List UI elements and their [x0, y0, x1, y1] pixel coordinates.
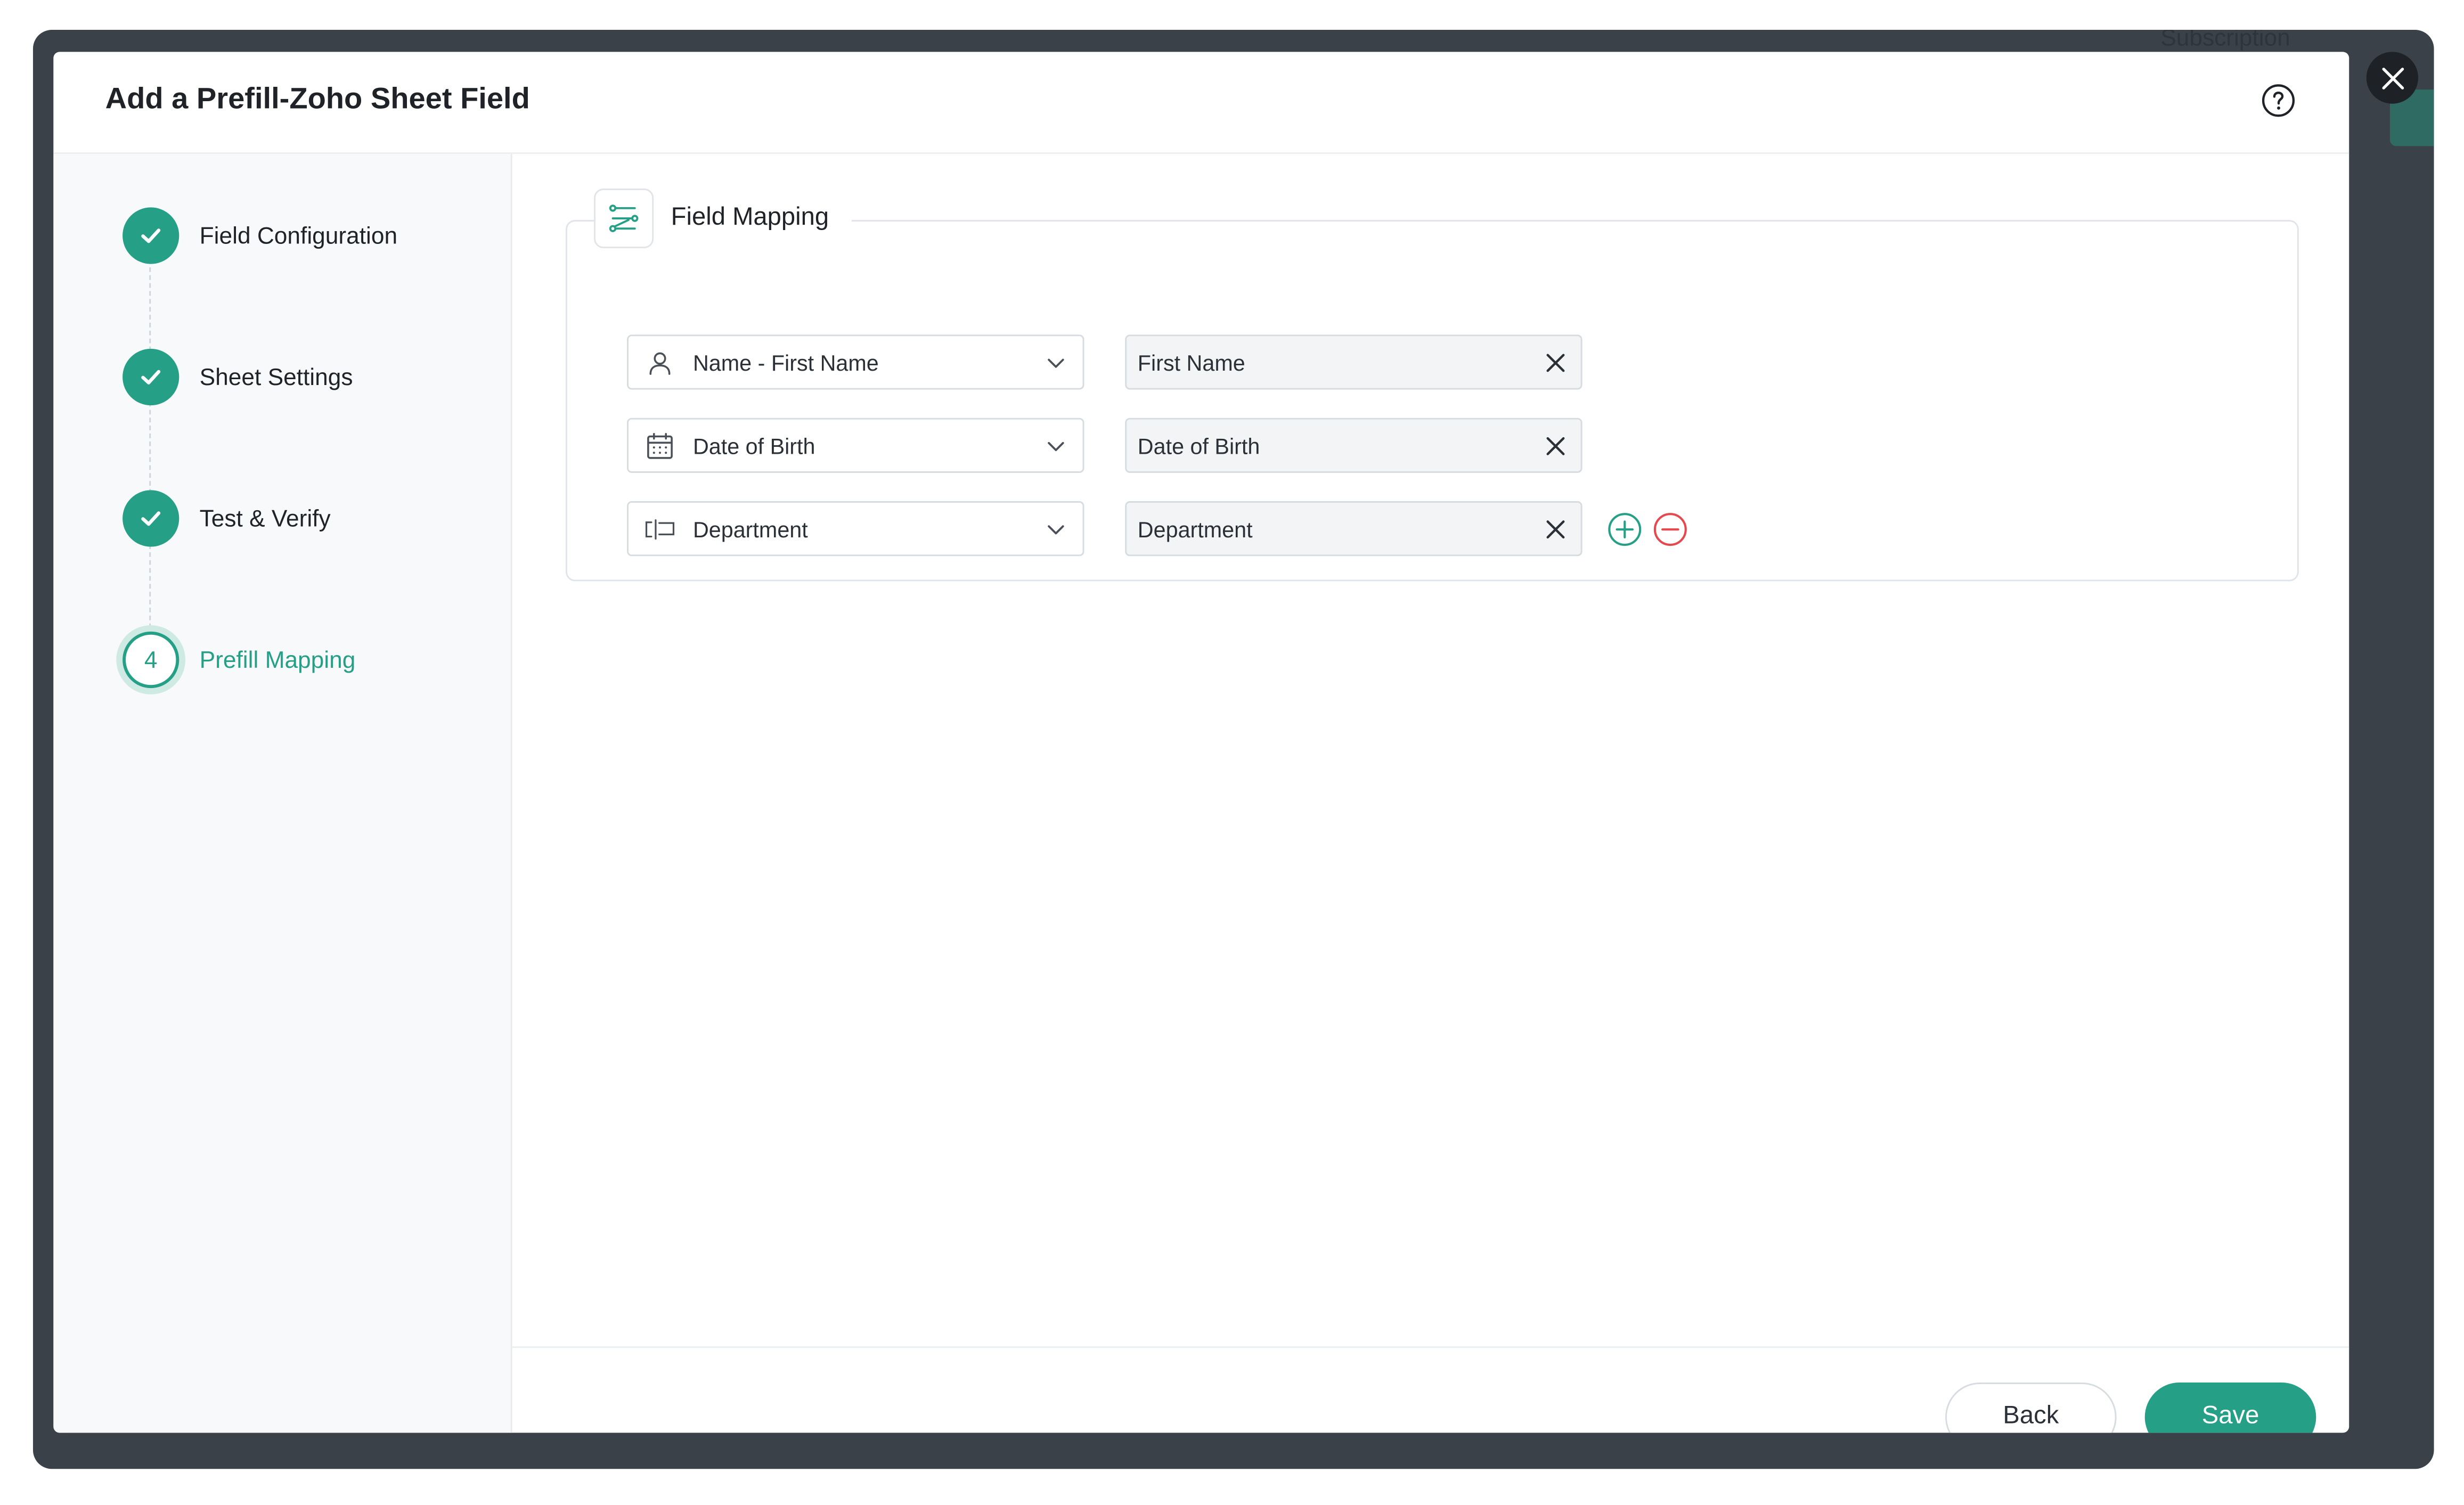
- target-column-field[interactable]: Date of Birth: [1125, 418, 1582, 473]
- step-number-badge: 4: [123, 631, 180, 689]
- footer-divider: [512, 1346, 2349, 1348]
- field-mapping-title: Field Mapping: [671, 204, 829, 231]
- step-label: Test & Verify: [199, 505, 331, 532]
- calendar-icon: [644, 430, 676, 461]
- back-button[interactable]: Back: [1945, 1383, 2117, 1433]
- target-column-value: First Name: [1137, 349, 1245, 375]
- close-icon: [2381, 67, 2403, 89]
- mapping-icon-badge: [594, 189, 654, 249]
- chevron-down-icon: [1048, 358, 1064, 368]
- step-field-configuration[interactable]: Field Configuration: [123, 207, 397, 264]
- source-field-select[interactable]: Department: [627, 501, 1084, 557]
- step-test-verify[interactable]: Test & Verify: [123, 490, 331, 547]
- check-icon: [141, 511, 161, 526]
- target-column-value: Department: [1137, 516, 1253, 542]
- background-subscription-text: Subscription: [2160, 30, 2290, 52]
- dropdown-field-icon: [644, 513, 676, 544]
- chevron-down-icon: [1048, 441, 1064, 452]
- user-icon: [644, 346, 676, 378]
- save-button[interactable]: Save: [2144, 1383, 2316, 1433]
- mapping-row: Date of Birth Date of Birth: [627, 418, 1582, 473]
- step-label: Prefill Mapping: [199, 646, 356, 674]
- target-column-value: Date of Birth: [1137, 432, 1260, 458]
- source-field-value: Name - First Name: [692, 349, 879, 375]
- prefill-field-modal: Add a Prefill-Zoho Sheet Field Field Con…: [53, 52, 2349, 1433]
- source-field-value: Department: [692, 516, 808, 542]
- clear-icon[interactable]: [1543, 433, 1568, 459]
- help-icon[interactable]: [2261, 83, 2296, 118]
- close-button[interactable]: [2366, 52, 2419, 104]
- check-icon: [141, 228, 161, 243]
- clear-icon[interactable]: [1543, 517, 1568, 542]
- steps-sidebar: Field Configuration Sheet Settings Test …: [53, 154, 512, 1433]
- steps-connector: [149, 235, 151, 660]
- step-label: Field Configuration: [199, 222, 398, 249]
- chevron-down-icon: [1048, 525, 1064, 535]
- step-complete-badge: [123, 348, 180, 406]
- target-column-field[interactable]: First Name: [1125, 334, 1582, 390]
- field-mapping-header: Field Mapping: [594, 189, 851, 249]
- main-content: Field Mapping Name - First Name First Na…: [512, 154, 2349, 1433]
- remove-row-icon[interactable]: [1653, 511, 1687, 546]
- add-row-icon[interactable]: [1608, 511, 1642, 546]
- source-field-select[interactable]: Date of Birth: [627, 418, 1084, 473]
- target-column-field[interactable]: Department: [1125, 501, 1582, 557]
- stage: Subscription Add a Prefill-Zoho Sheet Fi…: [0, 0, 2464, 1505]
- mapping-row: Department Department: [627, 501, 1687, 557]
- step-label: Sheet Settings: [199, 363, 353, 391]
- source-field-value: Date of Birth: [692, 432, 815, 458]
- source-field-select[interactable]: Name - First Name: [627, 334, 1084, 390]
- modal-header: Add a Prefill-Zoho Sheet Field: [53, 52, 2349, 154]
- step-prefill-mapping[interactable]: 4 Prefill Mapping: [123, 631, 356, 689]
- check-icon: [141, 370, 161, 385]
- step-complete-badge: [123, 490, 180, 547]
- row-actions: [1608, 511, 1687, 546]
- mapping-row: Name - First Name First Name: [627, 334, 1582, 390]
- step-sheet-settings[interactable]: Sheet Settings: [123, 348, 353, 406]
- step-complete-badge: [123, 207, 180, 264]
- modal-title: Add a Prefill-Zoho Sheet Field: [105, 83, 530, 117]
- clear-icon[interactable]: [1543, 350, 1568, 375]
- mapping-icon: [609, 205, 639, 232]
